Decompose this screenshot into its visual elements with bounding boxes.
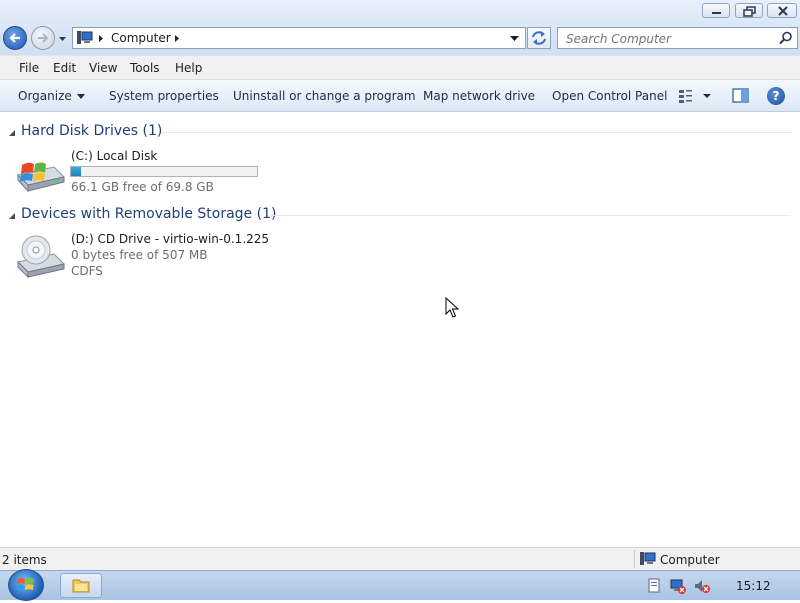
drive-name: (C:) Local Disk [71, 149, 158, 163]
content-pane: Hard Disk Drives (1) (C:) Local Disk 66.… [0, 112, 800, 547]
drive-name: (D:) CD Drive - virtio-win-0.1.225 [71, 232, 270, 246]
restore-button[interactable] [735, 3, 763, 18]
group-title: Hard Disk Drives (1) [21, 123, 163, 139]
drive-filesystem: CDFS [71, 264, 103, 278]
action-center-icon[interactable] [646, 578, 662, 594]
map-network-drive-button[interactable]: Map network drive [423, 89, 535, 103]
group-divider [161, 132, 791, 133]
breadcrumb-arrow-icon[interactable] [174, 34, 180, 43]
disk-usage-bar [70, 166, 258, 177]
drive-free-space: 0 bytes free of 507 MB [71, 248, 208, 262]
menu-file[interactable]: File [19, 61, 39, 75]
drive-c-item[interactable]: (C:) Local Disk 66.1 GB free of 69.8 GB [14, 149, 314, 199]
recent-pages-dropdown-icon[interactable] [58, 34, 67, 43]
address-history-dropdown-icon[interactable] [510, 35, 519, 42]
collapse-triangle-icon[interactable] [8, 212, 16, 220]
view-options-icon [679, 90, 711, 103]
collapse-triangle-icon[interactable] [8, 129, 16, 137]
group-title: Devices with Removable Storage (1) [21, 206, 277, 222]
search-box[interactable] [557, 27, 798, 49]
title-bar [0, 0, 800, 24]
windows-logo-icon [17, 578, 34, 590]
explorer-window: Computer File Edit [0, 0, 800, 570]
preview-pane-button[interactable] [732, 88, 750, 104]
network-disconnected-icon[interactable] [670, 578, 686, 594]
forward-button[interactable] [31, 26, 55, 50]
cd-drive-icon [17, 235, 65, 278]
search-input[interactable] [564, 30, 773, 48]
taskbar-explorer-button[interactable] [60, 573, 102, 598]
preview-pane-icon [732, 88, 749, 103]
menu-tools[interactable]: Tools [130, 61, 160, 75]
volume-muted-icon[interactable] [694, 578, 710, 594]
command-bar: Organize System properties Uninstall or … [0, 80, 800, 112]
disk-usage-fill [71, 167, 81, 176]
uninstall-program-button[interactable]: Uninstall or change a program [233, 89, 416, 103]
hard-disk-icon [17, 162, 65, 193]
mouse-cursor-icon [445, 297, 459, 318]
restore-icon [743, 6, 756, 17]
system-properties-button[interactable]: System properties [109, 89, 219, 103]
help-icon: ? [772, 89, 780, 103]
refresh-button[interactable] [527, 27, 551, 49]
taskbar-clock[interactable]: 15:12 [736, 579, 771, 593]
organize-button[interactable]: Organize [18, 89, 85, 103]
back-button[interactable] [3, 26, 27, 50]
address-bar[interactable]: Computer [72, 27, 526, 49]
taskbar: 15:12 [0, 569, 800, 601]
start-button[interactable] [8, 569, 44, 601]
refresh-icon [532, 31, 546, 45]
help-button[interactable]: ? [767, 87, 785, 105]
breadcrumb-computer[interactable]: Computer [111, 31, 171, 45]
group-divider [270, 215, 791, 216]
status-bar: 2 items Computer [0, 547, 800, 570]
organize-label: Organize [18, 89, 72, 103]
back-arrow-icon [9, 33, 20, 43]
drive-free-space: 66.1 GB free of 69.8 GB [71, 180, 214, 194]
status-divider [634, 550, 635, 568]
search-icon[interactable] [779, 31, 793, 45]
close-button[interactable] [767, 3, 797, 18]
close-icon [778, 6, 788, 16]
folder-icon [72, 579, 90, 593]
status-location: Computer [660, 553, 720, 567]
menu-bar: File Edit View Tools Help [0, 55, 800, 80]
minimize-button[interactable] [702, 3, 730, 18]
drive-d-item[interactable]: (D:) CD Drive - virtio-win-0.1.225 0 byt… [14, 232, 314, 282]
computer-icon [77, 31, 93, 44]
group-header-hard-disk-drives[interactable]: Hard Disk Drives (1) [0, 121, 800, 143]
group-header-removable-storage[interactable]: Devices with Removable Storage (1) [0, 204, 800, 226]
item-count: 2 items [2, 553, 47, 567]
breadcrumb-arrow-icon[interactable] [98, 34, 104, 43]
open-control-panel-button[interactable]: Open Control Panel [552, 89, 667, 103]
change-view-button[interactable] [677, 88, 713, 104]
computer-icon [640, 552, 656, 565]
menu-edit[interactable]: Edit [53, 61, 76, 75]
menu-help[interactable]: Help [175, 61, 202, 75]
menu-view[interactable]: View [89, 61, 117, 75]
forward-arrow-icon [38, 33, 49, 43]
navigation-bar: Computer [0, 24, 800, 55]
chevron-down-icon [76, 94, 85, 99]
minimize-icon [712, 12, 721, 14]
